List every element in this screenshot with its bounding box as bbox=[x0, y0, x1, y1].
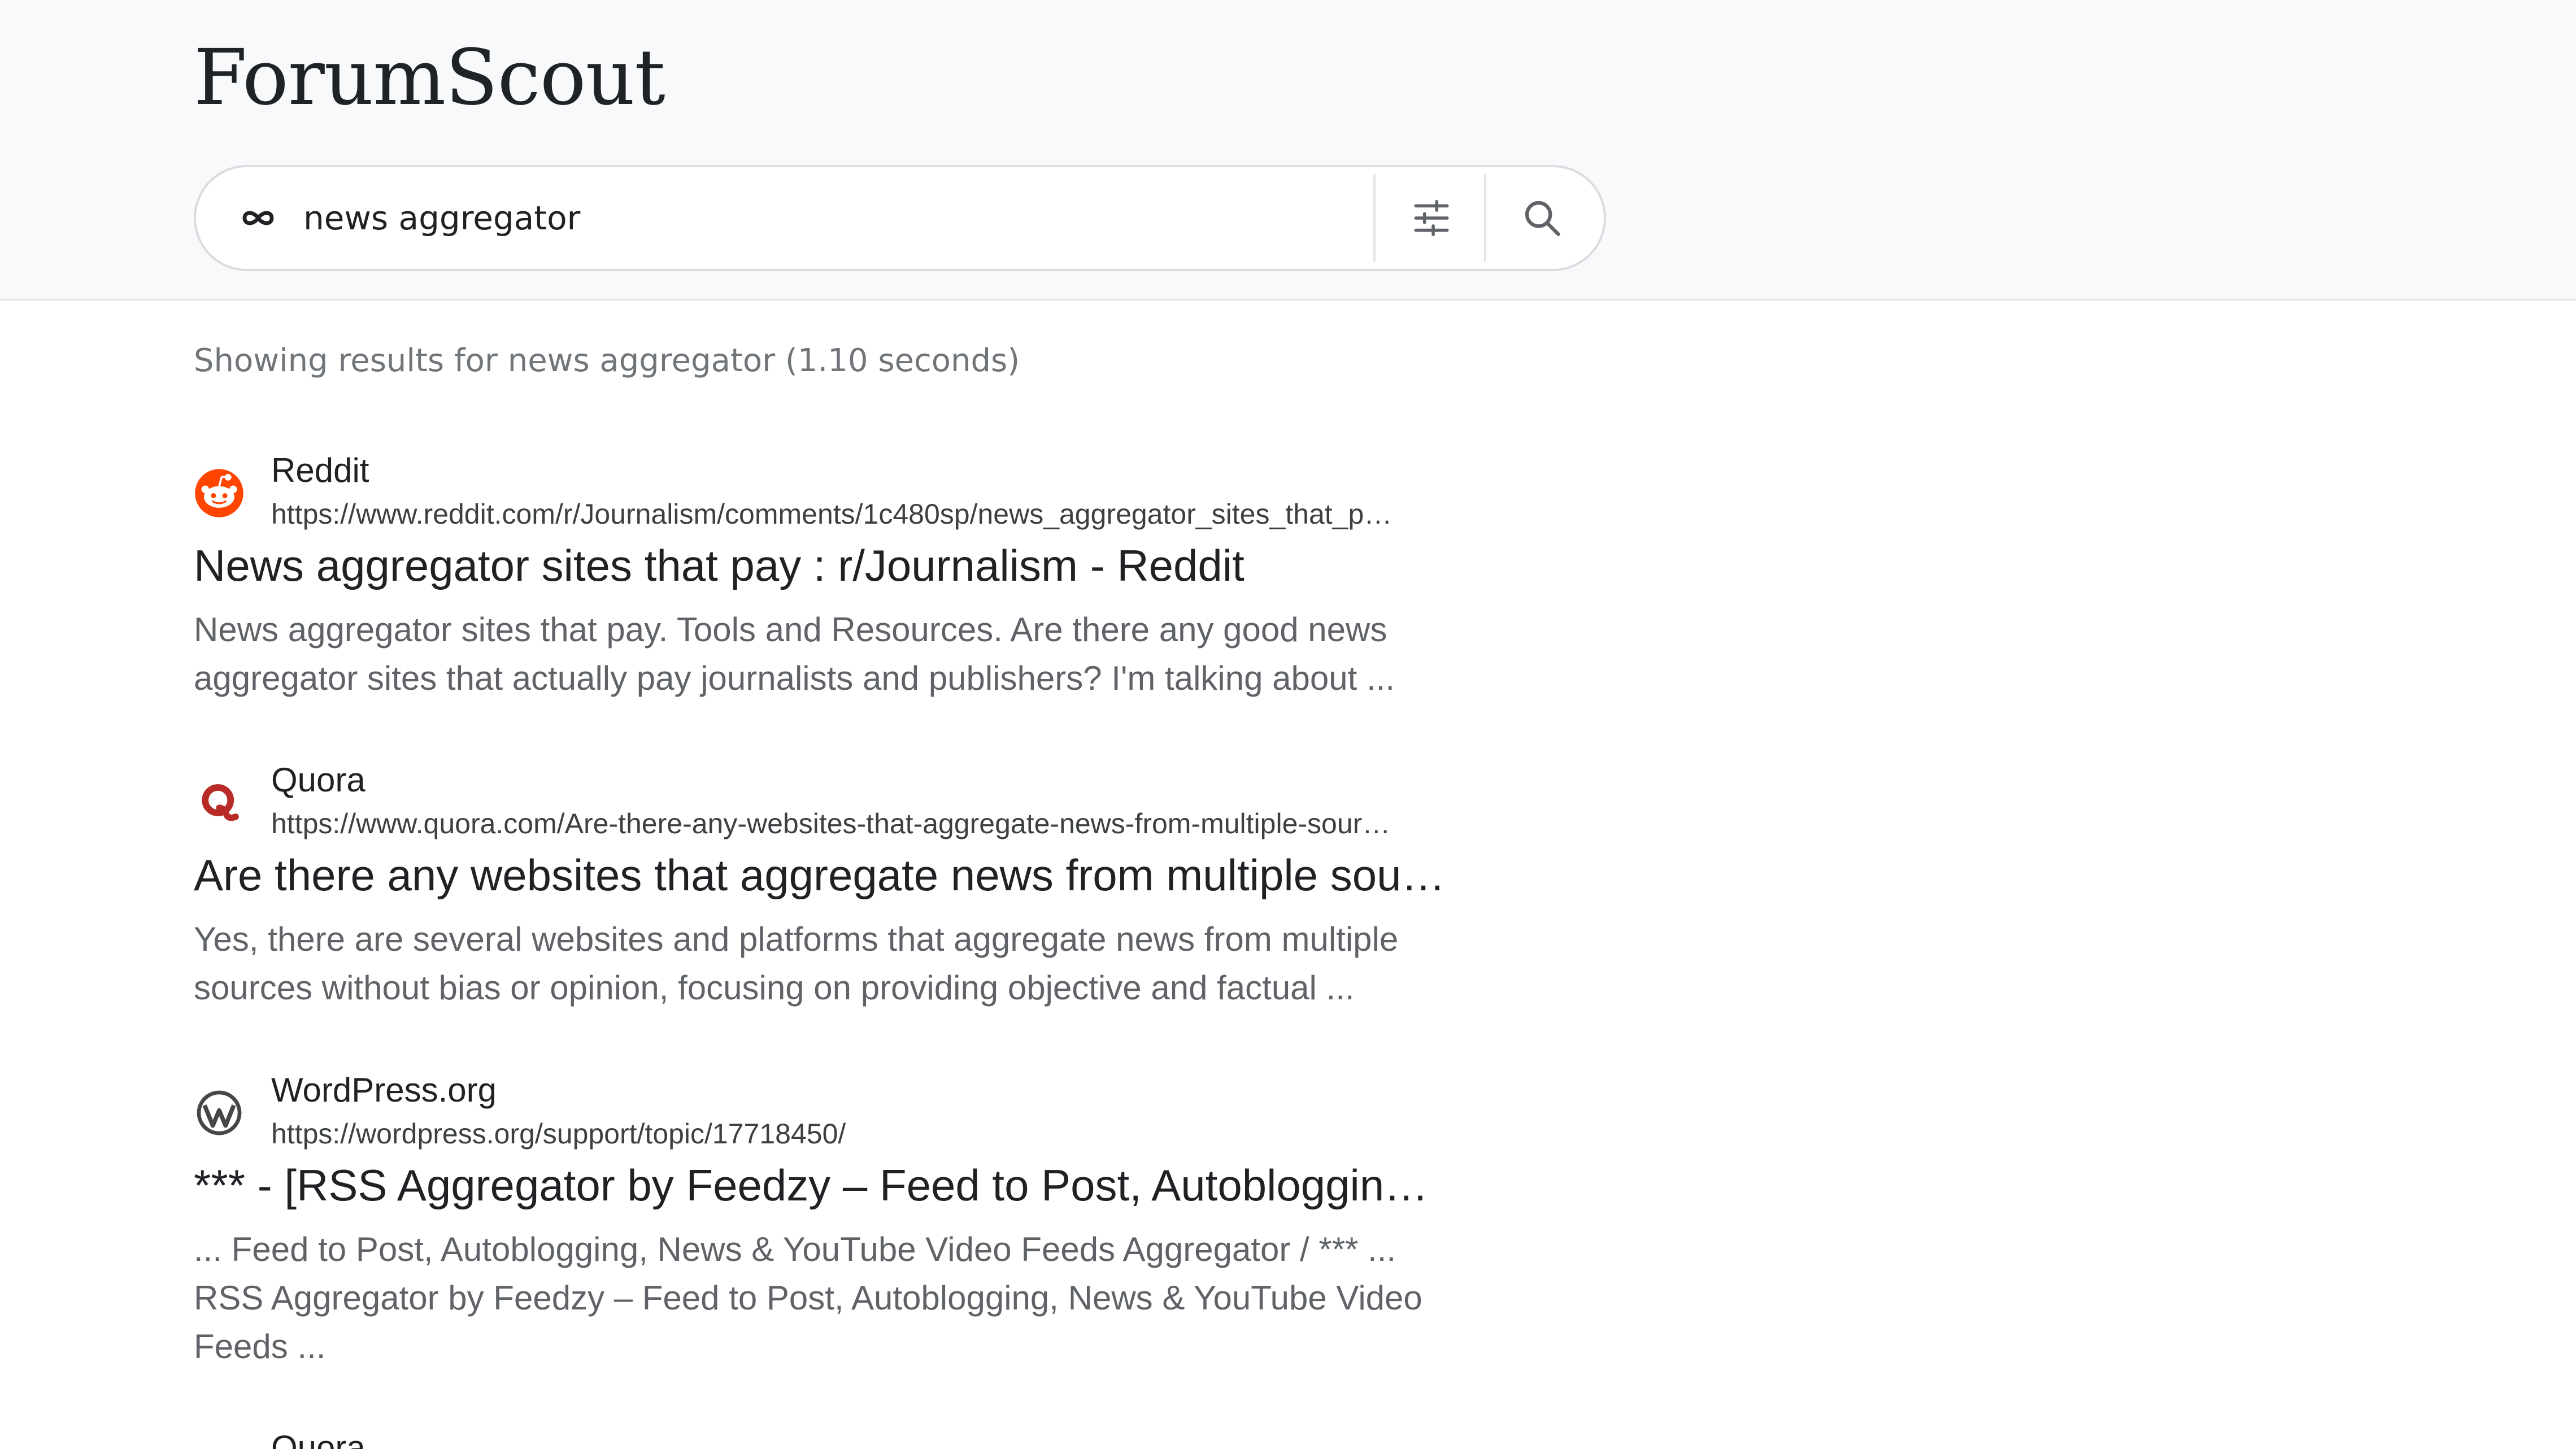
result-source: WordPress.org bbox=[271, 1071, 497, 1109]
result-url[interactable]: https://www.quora.com/Are-there-any-webs… bbox=[271, 807, 1452, 841]
result-item: Quora bbox=[194, 1429, 1454, 1449]
search-input[interactable] bbox=[303, 190, 1433, 246]
wordpress-icon bbox=[197, 1090, 242, 1135]
results-status: Showing results for news aggregator (1.1… bbox=[194, 342, 1020, 379]
result-url[interactable]: https://www.reddit.com/r/Journalism/comm… bbox=[271, 497, 1452, 531]
search-divider bbox=[1484, 174, 1486, 262]
result-source: Reddit bbox=[271, 451, 369, 489]
result-title-link[interactable]: Are there any websites that aggregate ne… bbox=[194, 849, 1454, 902]
result-item: Quora https://www.quora.com/Are-there-an… bbox=[194, 762, 1454, 1010]
result-snippet: Yes, there are several websites and plat… bbox=[194, 920, 1399, 1007]
search-icon bbox=[1525, 201, 1560, 236]
search-bar bbox=[194, 165, 1606, 271]
result-source: Quora bbox=[271, 1429, 365, 1449]
result-snippet: News aggregator sites that pay. Tools an… bbox=[194, 611, 1395, 697]
result-title-link[interactable]: News aggregator sites that pay : r/Journ… bbox=[194, 539, 1454, 593]
result-snippet: ... Feed to Post, Autoblogging, News & Y… bbox=[194, 1230, 1422, 1365]
search-button[interactable] bbox=[1490, 174, 1595, 262]
reddit-icon bbox=[195, 469, 243, 517]
infinity-icon[interactable] bbox=[236, 195, 281, 241]
result-source: Quora bbox=[271, 761, 365, 799]
result-title-link[interactable]: *** - [RSS Aggregator by Feedzy – Feed t… bbox=[194, 1159, 1454, 1212]
result-item: WordPress.org https://wordpress.org/supp… bbox=[194, 1071, 1454, 1366]
header: ForumScout bbox=[0, 0, 2576, 301]
result-item: Reddit https://www.reddit.com/r/Journali… bbox=[194, 452, 1454, 700]
quora-icon bbox=[202, 784, 239, 821]
search-divider bbox=[1373, 174, 1376, 262]
brand-logo[interactable]: ForumScout bbox=[194, 34, 665, 123]
sliders-icon bbox=[1414, 199, 1449, 237]
quora-icon bbox=[194, 1445, 245, 1449]
result-url[interactable]: https://wordpress.org/support/topic/1771… bbox=[271, 1117, 1452, 1151]
filters-button[interactable] bbox=[1379, 174, 1484, 262]
